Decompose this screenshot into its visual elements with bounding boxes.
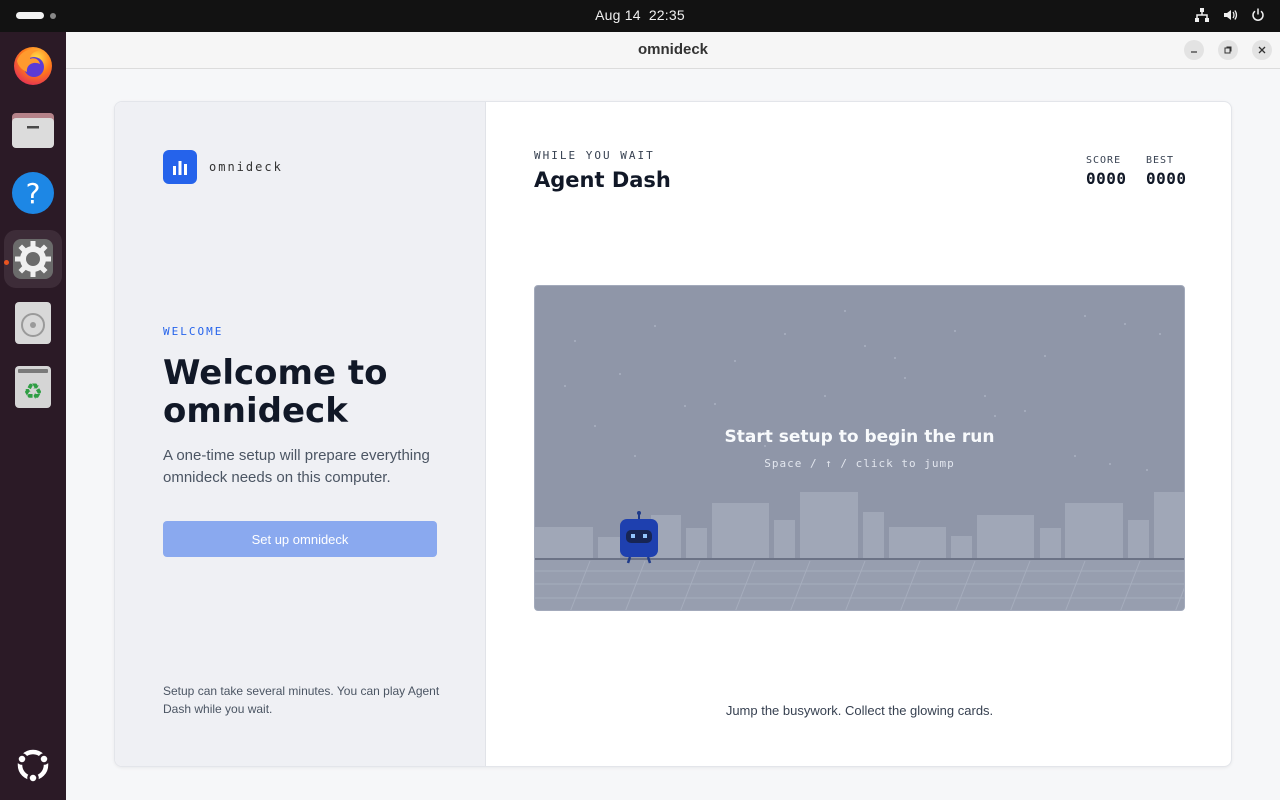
game-panel: WHILE YOU WAIT Agent Dash SCORE 0000 BES… bbox=[486, 102, 1231, 766]
game-title: Agent Dash bbox=[534, 168, 671, 192]
ubuntu-apps-icon bbox=[16, 749, 50, 784]
help-icon: ? bbox=[12, 172, 54, 214]
dock: ? ♻ bbox=[0, 32, 66, 800]
app-logo bbox=[163, 150, 197, 184]
trash-icon: ♻ bbox=[15, 366, 51, 408]
dock-firefox[interactable] bbox=[4, 36, 62, 94]
setup-footnote: Setup can take several minutes. You can … bbox=[163, 684, 440, 716]
game-scene bbox=[535, 310, 1184, 610]
brand-name: omnideck bbox=[209, 160, 283, 174]
game-tagline: Jump the busywork. Collect the glowing c… bbox=[725, 703, 994, 718]
files-icon bbox=[12, 113, 54, 148]
system-top-bar: Aug 14 22:35 bbox=[0, 0, 1280, 32]
welcome-heading: Welcome to omnideck bbox=[163, 353, 388, 431]
game-eyebrow: WHILE YOU WAIT bbox=[534, 149, 655, 162]
running-indicator bbox=[4, 260, 9, 265]
disc-icon bbox=[15, 302, 51, 344]
setup-card: omnideck WELCOME Welcome to omnideck A o… bbox=[114, 101, 1232, 767]
welcome-eyebrow: WELCOME bbox=[163, 325, 224, 338]
dock-settings[interactable] bbox=[4, 230, 62, 288]
restore-icon bbox=[1224, 46, 1232, 54]
clock[interactable]: Aug 14 22:35 bbox=[0, 0, 1280, 32]
score-value: 0000 bbox=[1086, 169, 1127, 188]
system-tray[interactable] bbox=[1194, 7, 1266, 23]
dock-help[interactable]: ? bbox=[4, 164, 62, 222]
welcome-description: A one-time setup will prepare everything… bbox=[163, 447, 430, 486]
settings-icon bbox=[13, 239, 53, 279]
network-icon[interactable] bbox=[1194, 7, 1210, 23]
minimize-icon bbox=[1191, 51, 1197, 53]
dock-trash[interactable]: ♻ bbox=[4, 358, 62, 416]
setup-button[interactable]: Set up omnideck bbox=[163, 521, 437, 557]
score-label: SCORE bbox=[1086, 155, 1122, 166]
maximize-button[interactable] bbox=[1218, 40, 1238, 60]
score-display: SCORE 0000 bbox=[1086, 155, 1127, 188]
svg-text:?: ? bbox=[26, 177, 41, 210]
welcome-panel: omnideck WELCOME Welcome to omnideck A o… bbox=[115, 102, 486, 766]
dock-disc[interactable] bbox=[4, 294, 62, 352]
svg-text:♻: ♻ bbox=[23, 380, 43, 405]
window-titlebar[interactable]: omnideck bbox=[66, 32, 1280, 69]
minimize-button[interactable] bbox=[1184, 40, 1204, 60]
volume-icon[interactable] bbox=[1222, 7, 1238, 23]
power-icon[interactable] bbox=[1250, 7, 1266, 23]
game-controls-hint: Space / ↑ / click to jump bbox=[764, 457, 955, 470]
window-title: omnideck bbox=[637, 41, 709, 58]
close-button[interactable] bbox=[1252, 40, 1272, 60]
dock-files[interactable] bbox=[4, 100, 62, 158]
game-message: Start setup to begin the run bbox=[724, 427, 995, 447]
clock-time: 22:35 bbox=[648, 7, 685, 23]
game-canvas[interactable]: Start setup to begin the run Space / ↑ /… bbox=[534, 285, 1185, 611]
best-display: BEST 0000 bbox=[1146, 155, 1187, 188]
close-icon bbox=[1258, 46, 1266, 54]
dock-show-apps[interactable] bbox=[4, 736, 62, 794]
bar-chart-icon bbox=[173, 161, 187, 175]
best-label: BEST bbox=[1146, 155, 1175, 166]
clock-date: Aug 14 bbox=[595, 7, 641, 23]
best-value: 0000 bbox=[1146, 169, 1187, 188]
firefox-icon bbox=[14, 47, 52, 85]
app-window: omnideck omnideck WELCOME Welcome to omn… bbox=[66, 32, 1280, 800]
